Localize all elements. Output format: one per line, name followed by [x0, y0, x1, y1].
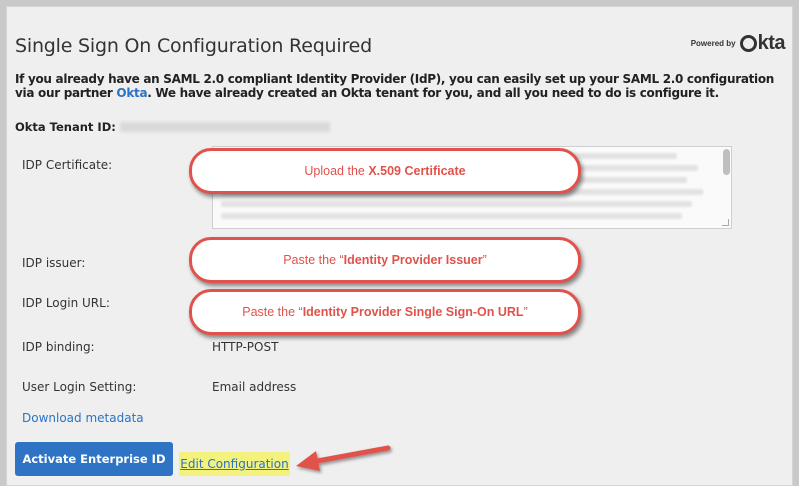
- user-login-setting-label: User Login Setting:: [22, 380, 137, 394]
- callout-paste-issuer: Paste the “Identity Provider Issuer”: [189, 237, 581, 283]
- idp-certificate-label: IDP Certificate:: [22, 158, 113, 172]
- okta-logo: kta: [739, 32, 786, 55]
- page-title: Single Sign On Configuration Required: [15, 35, 373, 57]
- okta-link[interactable]: Okta: [116, 86, 147, 100]
- textarea-resize-handle-icon[interactable]: [722, 219, 729, 226]
- tenant-id-row: Okta Tenant ID:: [15, 120, 330, 134]
- idp-login-url-label: IDP Login URL:: [22, 296, 110, 310]
- powered-by-label: Powered by: [690, 39, 736, 48]
- tenant-id-label: Okta Tenant ID:: [15, 120, 116, 134]
- textarea-scrollbar[interactable]: [723, 149, 730, 175]
- callout-paste-sso-url: Paste the “Identity Provider Single Sign…: [189, 289, 581, 335]
- callout-arrow-icon: [296, 445, 391, 471]
- idp-binding-label: IDP binding:: [22, 340, 95, 354]
- activate-enterprise-id-button[interactable]: Activate Enterprise ID: [15, 442, 173, 476]
- callout-upload-certificate: Upload the X.509 Certificate: [189, 148, 581, 194]
- edit-configuration-link[interactable]: Edit Configuration: [180, 457, 288, 471]
- okta-logo-icon: [739, 35, 757, 52]
- idp-binding-value: HTTP-POST: [212, 340, 279, 354]
- edit-configuration-highlight: Edit Configuration: [179, 452, 290, 476]
- tenant-id-value-redacted: [119, 122, 330, 132]
- intro-text: If you already have an SAML 2.0 complian…: [15, 72, 775, 100]
- powered-by-okta: Powered by kta: [690, 32, 786, 55]
- user-login-setting-value: Email address: [212, 380, 297, 394]
- download-metadata-link[interactable]: Download metadata: [22, 411, 144, 425]
- okta-logo-text: kta: [757, 32, 786, 54]
- idp-issuer-label: IDP issuer:: [22, 256, 86, 270]
